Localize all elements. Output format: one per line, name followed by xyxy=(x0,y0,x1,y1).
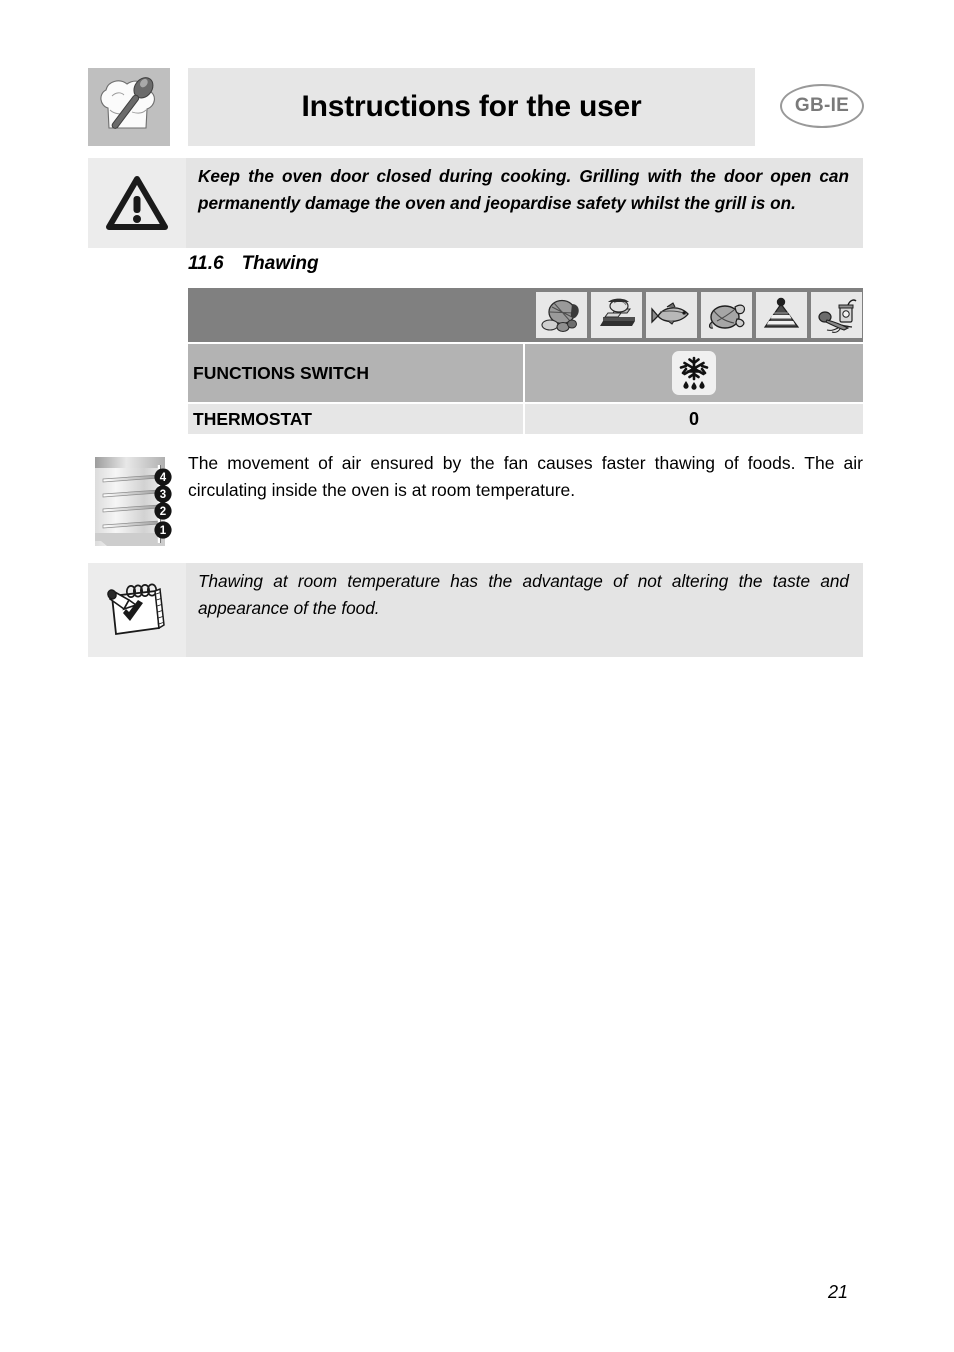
warning-triangle-icon xyxy=(88,158,186,248)
toast-grill-icon xyxy=(591,292,642,338)
thermostat-label: THERMOSTAT xyxy=(193,408,312,429)
thermostat-label-cell: THERMOSTAT xyxy=(188,404,523,434)
warning-callout: Keep the oven door closed during cooking… xyxy=(88,158,863,248)
document-page: Instructions for the user GB-IE Keep the… xyxy=(0,0,954,1352)
fish-icon xyxy=(646,292,697,338)
shelf-level-label: 3 xyxy=(160,489,166,501)
food-icon-strip xyxy=(536,292,862,338)
table-row: THERMOSTAT 0 xyxy=(188,404,863,434)
layer-cake-icon xyxy=(756,292,807,338)
thawing-settings-table: FUNCTIONS SWITCH THERMOSTAT 0 xyxy=(188,288,863,434)
chef-hat-spoon-icon xyxy=(88,68,170,146)
functions-switch-label: FUNCTIONS SWITCH xyxy=(193,362,369,383)
preserves-vegetables-icon xyxy=(811,292,862,338)
section-number: 11.6 xyxy=(188,253,224,274)
note-text-band: Thawing at room temperature has the adva… xyxy=(186,563,863,657)
language-badge: GB-IE xyxy=(780,84,864,128)
shelf-level-label: 2 xyxy=(160,506,166,518)
page-header: Instructions for the user GB-IE xyxy=(88,68,864,146)
notepad-pencil-icon xyxy=(88,563,186,657)
functions-switch-label-cell: FUNCTIONS SWITCH xyxy=(188,344,523,402)
thermostat-value: 0 xyxy=(688,408,699,429)
table-row: FUNCTIONS SWITCH xyxy=(188,344,863,402)
shelf-level-label: 4 xyxy=(160,472,167,484)
thermostat-value-cell: 0 xyxy=(525,404,863,434)
oven-shelf-levels-icon: 4 3 2 1 xyxy=(93,455,181,550)
snowflake-defrost-icon xyxy=(672,351,716,395)
warning-text: Keep the oven door closed during cooking… xyxy=(198,166,849,213)
page-title: Instructions for the user xyxy=(301,90,642,123)
table-food-icons-row xyxy=(188,288,863,342)
note-text: Thawing at room temperature has the adva… xyxy=(198,571,849,618)
header-title-band: Instructions for the user xyxy=(188,68,755,146)
roast-chicken-icon xyxy=(701,292,752,338)
section-title: Thawing xyxy=(241,253,319,274)
warning-text-band: Keep the oven door closed during cooking… xyxy=(186,158,863,248)
functions-switch-value-cell xyxy=(525,344,863,402)
body-paragraph: The movement of air ensured by the fan c… xyxy=(188,453,863,500)
shelf-level-label: 1 xyxy=(160,525,167,537)
page-number: 21 xyxy=(828,1282,849,1302)
note-callout: Thawing at room temperature has the adva… xyxy=(88,563,863,657)
roast-ham-icon xyxy=(536,292,587,338)
section-heading: 11.6 Thawing xyxy=(188,253,319,275)
